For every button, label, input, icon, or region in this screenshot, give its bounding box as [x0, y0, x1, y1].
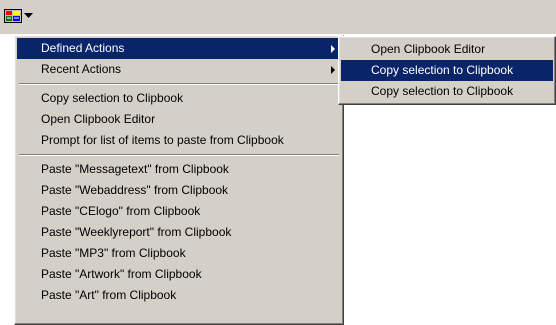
- menu-item-paste-art[interactable]: Paste "Art" from Clipbook: [17, 285, 341, 306]
- menu-item-paste-celogo[interactable]: Paste "CElogo" from Clipbook: [17, 201, 341, 222]
- menu-separator: [17, 151, 341, 159]
- menu-item-label: Open Clipbook Editor: [371, 42, 486, 56]
- menu-item-paste-mp3[interactable]: Paste "MP3" from Clipbook: [17, 243, 341, 264]
- menu-separator: [17, 80, 341, 88]
- clipbook-menu-button[interactable]: [4, 7, 36, 25]
- toolbar: [0, 0, 556, 34]
- menu-item-paste-artwork[interactable]: Paste "Artwork" from Clipbook: [17, 264, 341, 285]
- menu-item-label: Open Clipbook Editor: [41, 112, 156, 126]
- submenu-arrow-icon: [331, 45, 335, 53]
- menu-item-paste-webaddress[interactable]: Paste "Webaddress" from Clipbook: [17, 180, 341, 201]
- menu-item-label: Paste "Messagetext" from Clipbook: [41, 162, 229, 176]
- clipbook-tray-icon: [4, 9, 22, 23]
- menu-item-label: Copy selection to Clipbook: [371, 63, 514, 77]
- defined-actions-submenu: Open Clipbook Editor Copy selection to C…: [338, 36, 556, 105]
- menu-item-label: Paste "Art" from Clipbook: [41, 288, 177, 302]
- menu-item-defined-actions[interactable]: Defined Actions: [17, 38, 341, 59]
- menu-item-paste-weeklyreport[interactable]: Paste "Weeklyreport" from Clipbook: [17, 222, 341, 243]
- menu-item-label: Copy selection to Clipbook: [41, 91, 184, 105]
- menu-item-label: Paste "Artwork" from Clipbook: [41, 267, 202, 281]
- submenu-item-copy-selection[interactable]: Copy selection to Clipbook: [341, 60, 553, 81]
- menu-item-label: Paste "MP3" from Clipbook: [41, 246, 186, 260]
- menu-item-label: Paste "CElogo" from Clipbook: [41, 204, 201, 218]
- submenu-item-open-editor[interactable]: Open Clipbook Editor: [341, 39, 553, 60]
- menu-item-label: Copy selection to Clipbook: [371, 84, 514, 98]
- submenu-arrow-icon: [331, 66, 335, 74]
- menu-item-paste-messagetext[interactable]: Paste "Messagetext" from Clipbook: [17, 159, 341, 180]
- menu-item-label: Prompt for list of items to paste from C…: [41, 133, 284, 147]
- menu-item-copy-selection[interactable]: Copy selection to Clipbook: [17, 88, 341, 109]
- clipbook-context-menu: Defined Actions Recent Actions Copy sele…: [14, 35, 344, 325]
- menu-item-label: Defined Actions: [41, 41, 125, 55]
- submenu-item-copy-selection-2[interactable]: Copy selection to Clipbook: [341, 81, 553, 102]
- menu-item-open-editor[interactable]: Open Clipbook Editor: [17, 109, 341, 130]
- dropdown-arrow-icon: [24, 13, 33, 19]
- menu-item-label: Paste "Webaddress" from Clipbook: [41, 183, 229, 197]
- menu-item-label: Paste "Weeklyreport" from Clipbook: [41, 225, 232, 239]
- menu-item-label: Recent Actions: [41, 62, 122, 76]
- menu-item-recent-actions[interactable]: Recent Actions: [17, 59, 341, 80]
- menu-item-prompt-list[interactable]: Prompt for list of items to paste from C…: [17, 130, 341, 151]
